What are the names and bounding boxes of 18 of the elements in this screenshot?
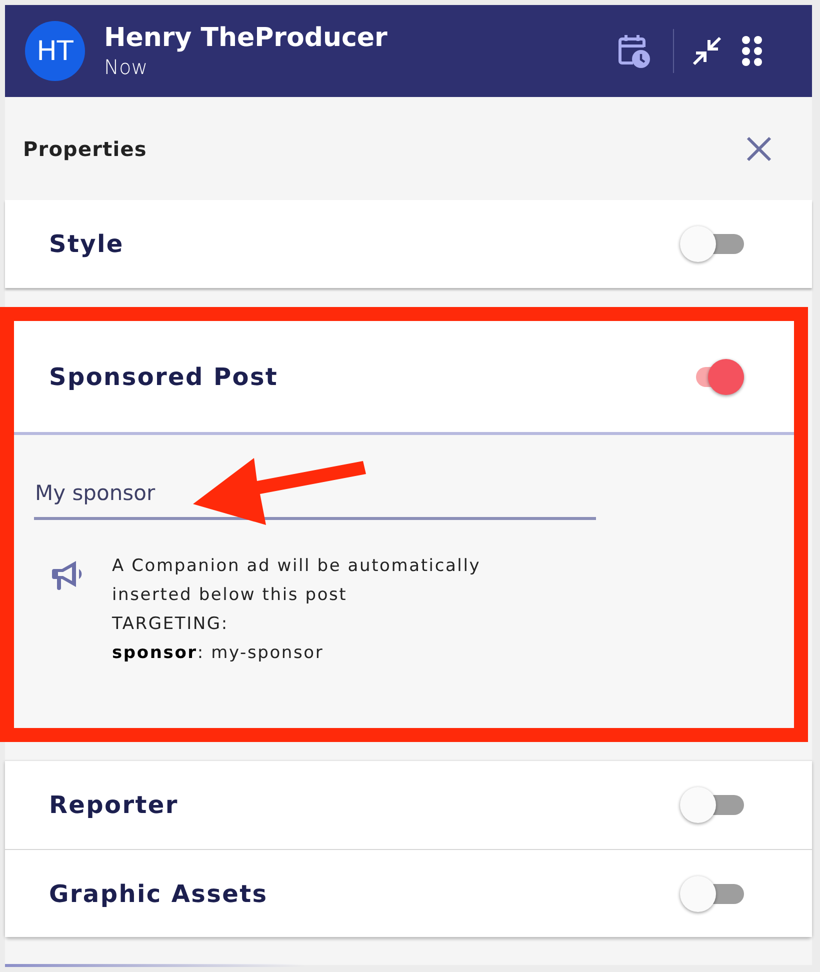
section-title: Graphic Assets (49, 880, 268, 908)
info-text: A Companion ad will be automatically inserted below this post (112, 555, 482, 607)
panel-title: Properties (23, 136, 147, 160)
toggle-switch[interactable] (680, 874, 744, 912)
section-title: Style (49, 230, 124, 258)
info-text: sponsor: my-sponsor (112, 642, 325, 665)
toggle-switch[interactable] (680, 786, 744, 824)
collapse-icon[interactable] (692, 36, 722, 66)
author-name: Henry TheProducer (104, 22, 388, 54)
info-text: TARGETING: (112, 613, 230, 636)
toggle-switch[interactable] (680, 225, 744, 263)
grid-menu-icon[interactable] (742, 36, 762, 66)
section-title: Reporter (49, 791, 178, 819)
avatar: HT (25, 21, 85, 81)
close-icon[interactable] (746, 136, 772, 162)
section-title: Sponsored Post (49, 362, 278, 390)
post-time: Now (104, 54, 148, 80)
calendar-clock-icon[interactable] (617, 33, 651, 69)
